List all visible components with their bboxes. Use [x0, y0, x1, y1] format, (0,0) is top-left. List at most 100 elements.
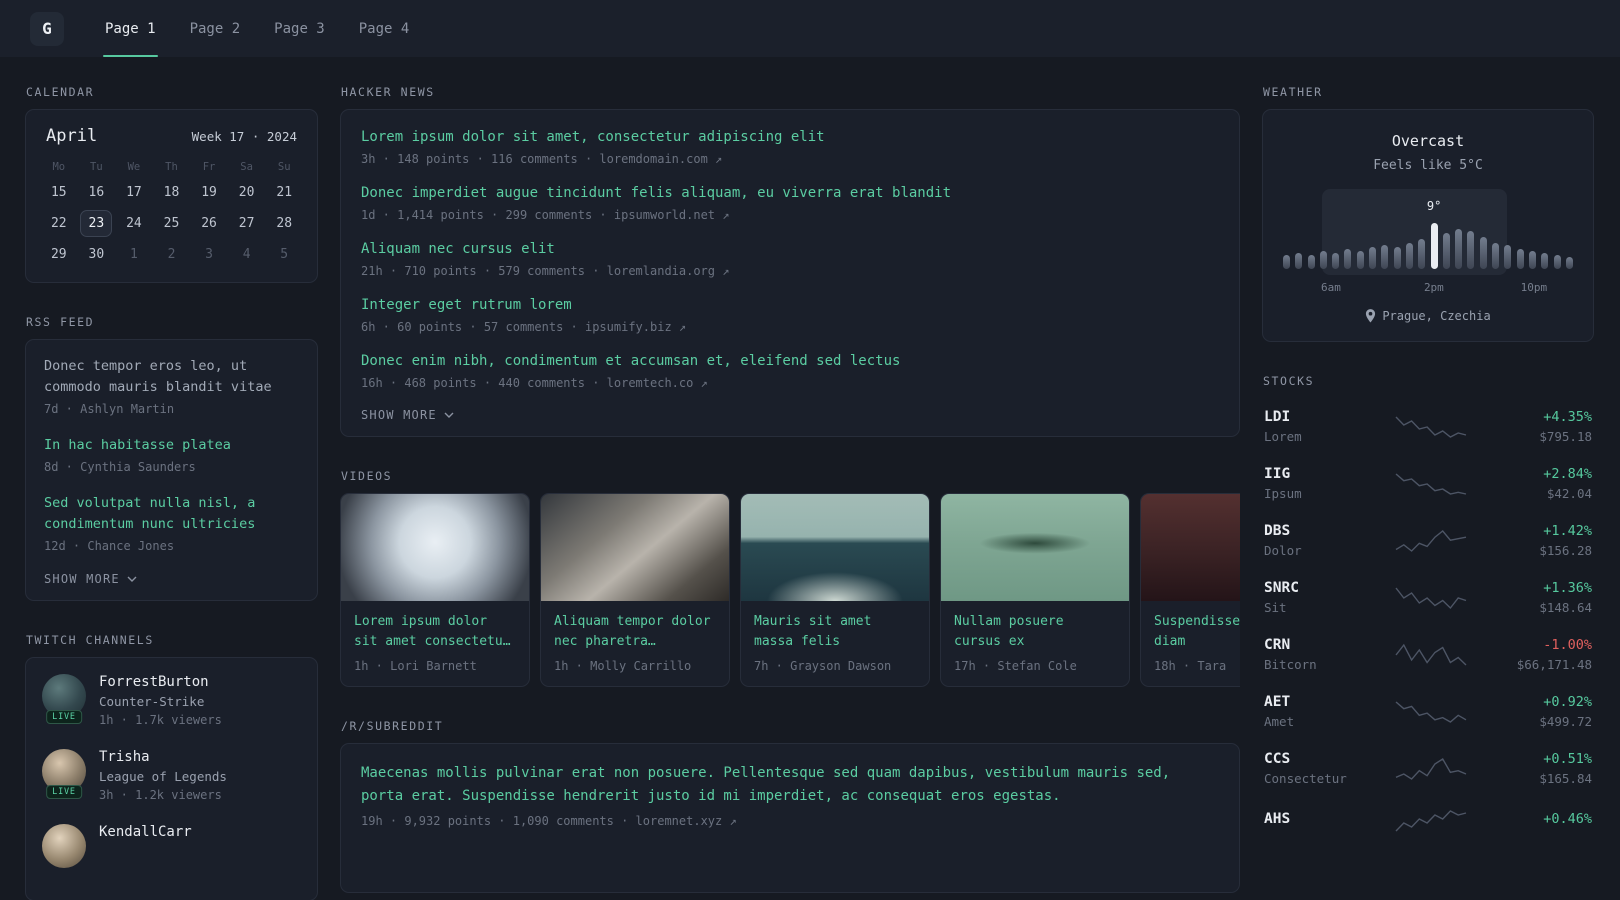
hn-story-domain-link[interactable]: loremlandia.org ↗ — [607, 264, 730, 278]
calendar-day: 21 — [276, 185, 293, 200]
stock-sparkline — [1395, 700, 1467, 723]
subreddit-post: Maecenas mollis pulvinar erat non posuer… — [361, 762, 1219, 828]
video-card[interactable]: Mauris sit amet massa felis 7h · Grayson… — [740, 493, 930, 687]
stock-row[interactable]: AHS +0.46% — [1262, 797, 1594, 845]
hn-story-title[interactable]: Aliquam nec cursus elit — [361, 240, 1219, 259]
stock-spark-wrap — [1360, 699, 1502, 725]
hour-bar — [1332, 253, 1340, 269]
tab-page-4[interactable]: Page 4 — [342, 0, 427, 57]
calendar-month: April — [46, 126, 98, 146]
sparkline-path — [1395, 643, 1467, 666]
video-title: Aliquam tempor dolor nec pharetra… — [554, 614, 711, 649]
calendar-day-other-month: 2 — [167, 247, 176, 262]
tab-page-3[interactable]: Page 3 — [257, 0, 342, 57]
rss-show-more-button[interactable]: SHOW MORE — [44, 572, 299, 586]
video-body: Lorem ipsum dolor sit amet consectetu… 1… — [341, 601, 529, 686]
hour-bar — [1393, 247, 1401, 269]
channel-info: Trisha League of Legends 3h · 1.2k viewe… — [99, 749, 227, 802]
twitch-channel-row[interactable]: LIVE ForrestBurton Counter-Strike 1h · 1… — [42, 674, 301, 727]
stock-row[interactable]: DBS Dolor +1.42% $156.28 — [1262, 512, 1594, 569]
weather-location-row: Prague, Czechia — [1281, 309, 1575, 323]
show-more-label: SHOW MORE — [44, 572, 120, 586]
stock-row[interactable]: LDI Lorem +4.35% $795.18 — [1262, 398, 1594, 455]
video-meta: 1h · Lori Barnett — [354, 659, 477, 673]
hn-story-domain-link[interactable]: loremtech.co ↗ — [607, 376, 708, 390]
app-logo[interactable]: G — [30, 11, 64, 46]
rss-item-title[interactable]: Sed volutpat nulla nisl, a condimentum n… — [44, 493, 299, 535]
sparkline-path — [1395, 472, 1467, 495]
hn-story-title[interactable]: Lorem ipsum dolor sit amet, consectetur … — [361, 128, 1219, 147]
hour-bar — [1344, 249, 1352, 269]
calendar-day: 15 — [50, 185, 67, 200]
stock-price: $66,171.48 — [1516, 657, 1592, 672]
twitch-card: LIVE ForrestBurton Counter-Strike 1h · 1… — [25, 657, 318, 900]
hn-story-title[interactable]: Integer eget rutrum lorem — [361, 296, 1219, 315]
hour-bar — [1307, 255, 1315, 269]
hour-bar — [1455, 229, 1463, 269]
hn-show-more-button[interactable]: SHOW MORE — [361, 408, 1219, 422]
show-more-label: SHOW MORE — [361, 408, 437, 422]
video-card[interactable]: Lorem ipsum dolor sit amet consectetu… 1… — [340, 493, 530, 687]
stock-values: +1.36% $148.64 — [1502, 580, 1592, 615]
stock-row[interactable]: IIG Ipsum +2.84% $42.04 — [1262, 455, 1594, 512]
hour-bar — [1492, 243, 1500, 269]
video-card[interactable]: Nullam posuere cursus ex 17h · Stefan Co… — [940, 493, 1130, 687]
stock-row[interactable]: SNRC Sit +1.36% $148.64 — [1262, 569, 1594, 626]
hn-story-domain-link[interactable]: ipsumify.biz ↗ — [585, 320, 686, 334]
time-label: 2pm — [1423, 281, 1444, 294]
avatar-wrap — [42, 824, 86, 868]
time-axis: 6am 2pm 10pm — [1281, 281, 1575, 297]
stock-spark-wrap — [1360, 756, 1502, 782]
stock-row[interactable]: CRN Bitcorn -1.00% $66,171.48 — [1262, 626, 1594, 683]
hour-bar — [1553, 255, 1561, 269]
hn-story-meta: 16h · 468 points · 440 comments · loremt… — [361, 376, 1219, 390]
stock-sparkline — [1395, 529, 1467, 552]
tab-page-1[interactable]: Page 1 — [88, 0, 173, 57]
sparkline-path — [1395, 529, 1467, 552]
time-label: 10pm — [1520, 281, 1548, 294]
tab-page-2[interactable]: Page 2 — [173, 0, 258, 57]
weekday-label: Su — [277, 161, 291, 173]
calendar-day-other-month: 1 — [130, 247, 138, 262]
stock-row[interactable]: CCS Consectetur +0.51% $165.84 — [1262, 740, 1594, 797]
rss-widget: RSS FEED Donec tempor eros leo, ut commo… — [25, 315, 318, 601]
video-card[interactable]: Suspendisse diam 18h · Tara — [1140, 493, 1240, 687]
stock-sparkline — [1395, 810, 1467, 832]
twitch-channel-row[interactable]: LIVE Trisha League of Legends 3h · 1.2k … — [42, 749, 301, 802]
video-thumbnail — [741, 494, 929, 601]
hn-story-stats: 3h · 148 points · 116 comments · — [361, 152, 600, 166]
calendar-day: 20 — [238, 185, 255, 200]
rss-item-title[interactable]: In hac habitasse platea — [44, 435, 299, 456]
hn-story-domain-link[interactable]: ipsumworld.net ↗ — [614, 208, 730, 222]
video-thumbnail — [941, 494, 1129, 601]
stock-sparkline — [1395, 757, 1467, 780]
subreddit-post-title[interactable]: Maecenas mollis pulvinar erat non posuer… — [361, 762, 1219, 808]
stock-name: Bitcorn — [1264, 657, 1317, 672]
rss-item-meta: 7d · Ashlyn Martin — [44, 402, 175, 416]
right-column: WEATHER Overcast Feels like 5°C 9° 6am 2p… — [1262, 85, 1594, 877]
hour-bar — [1369, 247, 1377, 269]
calendar-dates-grid: 15 16 17 18 19 20 21 22 23 24 25 26 27 2… — [40, 177, 303, 270]
stock-price: $148.64 — [1539, 600, 1592, 615]
current-temp-label: 9° — [1426, 199, 1442, 213]
hn-story-domain-link[interactable]: loremdomain.com ↗ — [599, 152, 722, 166]
calendar-widget-title: CALENDAR — [26, 85, 95, 99]
hour-bar — [1405, 243, 1413, 269]
calendar-card: April Week 17 · 2024 Mo Tu We Th Fr Sa S… — [25, 109, 318, 283]
video-card[interactable]: Aliquam tempor dolor nec pharetra… 1h · … — [540, 493, 730, 687]
stock-sparkline — [1395, 416, 1467, 438]
subreddit-post-domain-link[interactable]: loremnet.xyz ↗ — [636, 814, 737, 828]
chevron-down-icon — [444, 412, 454, 418]
video-meta: 7h · Grayson Dawson — [754, 659, 892, 673]
twitch-channel-row[interactable]: KendallCarr — [42, 824, 301, 868]
hn-story-title[interactable]: Donec imperdiet augue tincidunt felis al… — [361, 184, 1219, 203]
calendar-day: 19 — [201, 185, 217, 200]
stock-row[interactable]: AET Amet +0.92% $499.72 — [1262, 683, 1594, 740]
video-title: Suspendisse diam — [1154, 614, 1240, 649]
rss-item-title[interactable]: Donec tempor eros leo, ut commodo mauris… — [44, 356, 299, 398]
video-meta: 1h · Molly Carrillo — [554, 659, 692, 673]
stock-change: +2.84% — [1543, 466, 1592, 482]
hour-bar — [1295, 253, 1303, 269]
hn-story-title[interactable]: Donec enim nibh, condimentum et accumsan… — [361, 352, 1219, 371]
stock-price: $499.72 — [1539, 714, 1592, 729]
